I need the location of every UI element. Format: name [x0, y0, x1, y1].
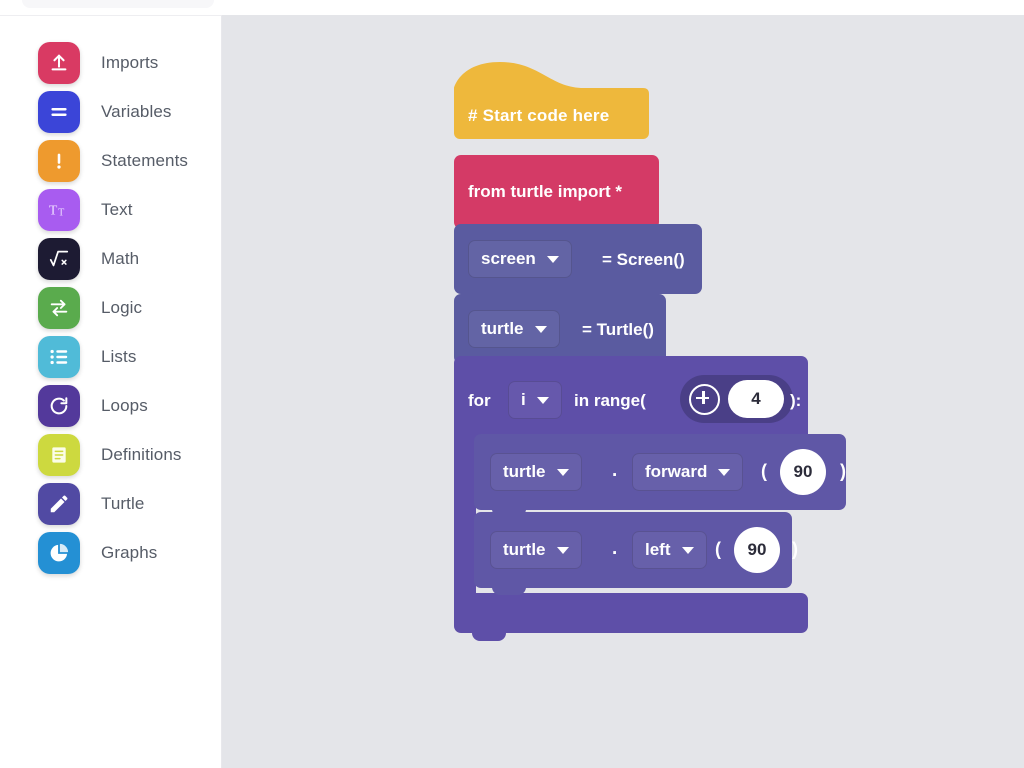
sidebar-item-label: Logic [101, 297, 143, 317]
sidebar-item-variables[interactable]: Variables [0, 87, 221, 136]
forward-method-label: forward [645, 462, 708, 481]
block-start-comment[interactable]: # Start code here [454, 58, 649, 139]
range-count-input-group[interactable]: 4 [680, 375, 793, 423]
block-import[interactable]: from turtle import * [454, 155, 659, 236]
turtle-variable-label: turtle [481, 319, 524, 338]
chevron-down-icon [556, 546, 569, 554]
exclamation-icon [38, 139, 80, 182]
sidebar-item-label: Loops [101, 395, 148, 415]
sidebar-item-statements[interactable]: Statements [0, 136, 221, 185]
sidebar-item-label: Lists [101, 346, 137, 366]
refresh-icon [38, 384, 80, 427]
sidebar-item-label: Variables [101, 101, 172, 121]
screen-variable-dropdown[interactable]: screen [468, 240, 572, 278]
chevron-down-icon [534, 325, 547, 333]
book-icon [38, 433, 80, 476]
left-object-dropdown[interactable]: turtle [490, 531, 582, 569]
blocks-workspace[interactable]: # Start code here from turtle import * s… [222, 15, 1024, 768]
search-input[interactable] [22, 0, 214, 8]
block-turtle-left[interactable]: turtle . left ( 90 ) [474, 512, 798, 595]
left-dot: . [612, 538, 618, 559]
equals-icon [38, 90, 80, 133]
hat-shape [454, 58, 649, 139]
upload-icon [38, 41, 80, 84]
import-label: from turtle import * [468, 182, 622, 201]
sidebar-item-label: Math [101, 248, 140, 268]
forward-object-label: turtle [503, 462, 546, 481]
block-assign-screen[interactable]: screen = Screen() [454, 224, 702, 301]
left-method-dropdown[interactable]: left [632, 531, 707, 569]
loop-variable-dropdown[interactable]: i [508, 381, 562, 419]
svg-text:T: T [49, 202, 58, 217]
chevron-down-icon [536, 396, 549, 404]
list-icon [38, 335, 80, 378]
for-keyword: for [468, 391, 491, 410]
sidebar-item-label: Statements [101, 150, 188, 170]
chevron-down-icon [546, 255, 559, 263]
left-argument-input[interactable]: 90 [734, 527, 780, 573]
sidebar-item-loops[interactable]: Loops [0, 381, 221, 430]
sidebar-item-graphs[interactable]: Graphs [0, 528, 221, 577]
turtle-expression: = Turtle() [582, 320, 654, 339]
sidebar-item-label: Imports [101, 52, 159, 72]
left-open-paren: ( [715, 539, 721, 559]
forward-object-dropdown[interactable]: turtle [490, 453, 582, 491]
for-loop-foot [454, 593, 808, 633]
sidebar-item-logic[interactable]: Logic [0, 283, 221, 332]
sidebar-item-label: Definitions [101, 444, 182, 464]
loop-variable-label: i [521, 390, 526, 409]
forward-open-paren: ( [761, 461, 767, 481]
sidebar-item-label: Text [101, 199, 133, 219]
sidebar-item-label: Graphs [101, 542, 158, 562]
chevron-down-icon [556, 468, 569, 476]
sidebar-item-imports[interactable]: Imports [0, 38, 221, 87]
sidebar-item-text[interactable]: T T Text [0, 185, 221, 234]
block-editor-app: Imports Variables Statements T T Text Math Logi… [0, 0, 1024, 768]
sidebar-item-label: Turtle [101, 493, 145, 513]
forward-argument-input[interactable]: 90 [780, 449, 826, 495]
left-object-label: turtle [503, 540, 546, 559]
category-sidebar: Imports Variables Statements T T Text Math Logi… [0, 15, 222, 768]
chevron-down-icon [681, 546, 694, 554]
for-loop-close: ): [790, 391, 802, 410]
screen-variable-label: screen [481, 249, 536, 268]
chevron-down-icon [718, 468, 731, 476]
sidebar-item-lists[interactable]: Lists [0, 332, 221, 381]
sidebar-item-turtle[interactable]: Turtle [0, 479, 221, 528]
left-notch [492, 587, 526, 595]
start-comment-label: # Start code here [468, 106, 610, 125]
plus-circle-icon[interactable] [689, 383, 720, 415]
pencil-icon [38, 482, 80, 525]
forward-close-paren: ) [840, 461, 846, 481]
forward-method-dropdown[interactable]: forward [632, 453, 744, 491]
for-loop-arm [454, 436, 476, 608]
screen-expression: = Screen() [602, 250, 685, 269]
turtle-variable-dropdown[interactable]: turtle [468, 310, 560, 348]
text-size-icon: TT [38, 188, 80, 231]
left-close-paren: ) [792, 539, 798, 559]
pie-chart-icon [38, 531, 80, 574]
block-assign-turtle[interactable]: turtle = Turtle() [454, 294, 666, 371]
top-strip [0, 0, 1024, 15]
range-count-input[interactable]: 4 [728, 380, 784, 418]
swap-arrows-icon [38, 286, 80, 329]
forward-dot: . [612, 460, 618, 481]
left-method-label: left [645, 540, 671, 559]
sidebar-item-definitions[interactable]: Definitions [0, 430, 221, 479]
sidebar-item-math[interactable]: Math [0, 234, 221, 283]
block-turtle-forward[interactable]: turtle . forward ( 90 ) [474, 434, 846, 517]
in-range-label: in range( [574, 391, 646, 410]
for-loop-foot-notch [472, 633, 506, 641]
svg-text:T: T [58, 207, 64, 218]
square-root-icon [38, 237, 80, 280]
